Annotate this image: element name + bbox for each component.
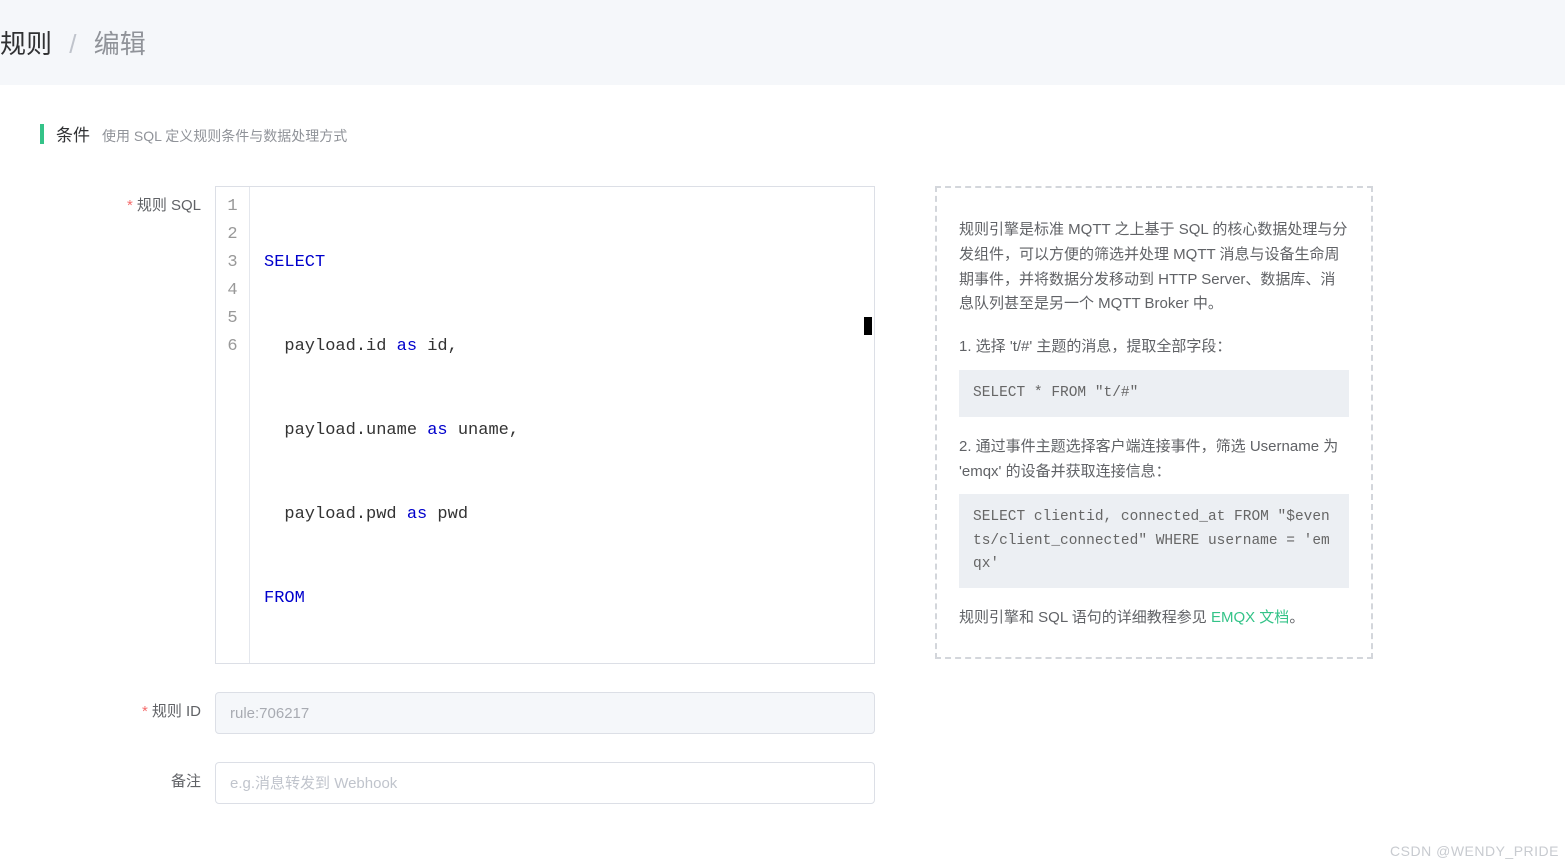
info-example-2: SELECT clientid, connected_at FROM "$eve… bbox=[959, 494, 1349, 588]
line-number: 1 bbox=[216, 193, 249, 221]
watermark: CSDN @WENDY_PRIDE bbox=[1390, 843, 1559, 859]
row-rule-id: *规则 ID bbox=[40, 692, 1525, 734]
breadcrumb: 规则 / 编辑 bbox=[0, 0, 1565, 85]
section-accent-bar bbox=[40, 124, 44, 144]
line-number: 2 bbox=[216, 221, 249, 249]
editor-gutter: 1 2 3 4 5 6 bbox=[216, 187, 250, 663]
info-step-1: 1. 选择 't/#' 主题的消息，提取全部字段： bbox=[959, 335, 1349, 360]
info-step-2: 2. 通过事件主题选择客户端连接事件，筛选 Username 为 'emqx' … bbox=[959, 435, 1349, 485]
main-card: 条件 使用 SQL 定义规则条件与数据处理方式 *规则 SQL 1 2 3 4 … bbox=[0, 85, 1565, 868]
info-intro: 规则引擎是标准 MQTT 之上基于 SQL 的核心数据处理与分发组件，可以方便的… bbox=[959, 218, 1349, 317]
label-remark: 备注 bbox=[40, 762, 215, 804]
required-icon: * bbox=[142, 703, 148, 720]
info-example-1: SELECT * FROM "t/#" bbox=[959, 370, 1349, 417]
editor-content[interactable]: SELECT payload.id as id, payload.uname a… bbox=[250, 187, 874, 663]
sql-editor[interactable]: 1 2 3 4 5 6 SELECT payload.id as id, pay… bbox=[215, 186, 875, 664]
line-number: 5 bbox=[216, 305, 249, 333]
remark-input[interactable] bbox=[215, 762, 875, 804]
breadcrumb-current: 编辑 bbox=[94, 29, 146, 59]
section-title: 条件 bbox=[56, 121, 90, 146]
section-header: 条件 使用 SQL 定义规则条件与数据处理方式 bbox=[40, 121, 1525, 146]
label-rule-id: *规则 ID bbox=[40, 692, 215, 734]
row-remark: 备注 bbox=[40, 762, 1525, 804]
docs-link[interactable]: EMQX 文档 bbox=[1211, 609, 1289, 626]
label-sql: *规则 SQL bbox=[40, 186, 215, 664]
rule-id-input bbox=[215, 692, 875, 734]
required-icon: * bbox=[127, 197, 133, 214]
line-number: 4 bbox=[216, 277, 249, 305]
row-sql: *规则 SQL 1 2 3 4 5 6 SELECT payload.id as… bbox=[40, 186, 1525, 664]
line-number: 6 bbox=[216, 333, 249, 361]
editor-cursor-icon bbox=[864, 317, 872, 335]
info-panel: 规则引擎是标准 MQTT 之上基于 SQL 的核心数据处理与分发组件，可以方便的… bbox=[935, 186, 1373, 659]
breadcrumb-separator: / bbox=[69, 29, 76, 59]
section-desc: 使用 SQL 定义规则条件与数据处理方式 bbox=[102, 126, 347, 146]
info-footer: 规则引擎和 SQL 语句的详细教程参见 EMQX 文档。 bbox=[959, 606, 1349, 631]
line-number: 3 bbox=[216, 249, 249, 277]
breadcrumb-root[interactable]: 规则 bbox=[0, 29, 52, 59]
